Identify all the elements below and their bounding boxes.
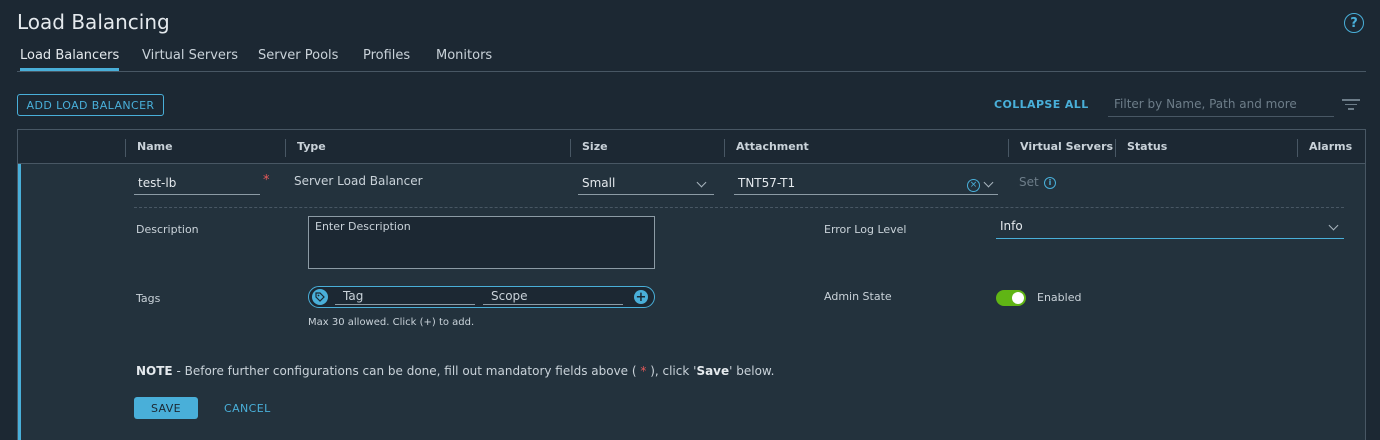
column-header-alarms[interactable]: Alarms <box>1297 139 1352 157</box>
admin-state-toggle[interactable] <box>996 290 1026 306</box>
description-label: Description <box>136 223 199 236</box>
info-icon[interactable]: i <box>1044 177 1056 189</box>
attachment-select[interactable]: TNT57-T1 <box>734 174 998 195</box>
tab-load-balancers[interactable]: Load Balancers <box>20 48 120 71</box>
required-marker: * <box>263 173 270 188</box>
load-balancer-grid: Name Type Size Attachment Virtual Server… <box>17 129 1366 440</box>
description-textarea[interactable]: Enter Description <box>308 216 655 269</box>
admin-state-value: Enabled <box>1037 291 1082 304</box>
save-button[interactable]: SAVE <box>134 397 198 419</box>
note-save-word: Save <box>696 364 730 378</box>
note-text-3: ' below. <box>729 364 775 378</box>
admin-state-label: Admin State <box>824 290 892 303</box>
note-prefix: NOTE <box>136 364 173 378</box>
error-log-level-label: Error Log Level <box>824 223 907 236</box>
tags-label: Tags <box>136 292 161 305</box>
grid-header: Name Type Size Attachment Virtual Server… <box>18 130 1365 164</box>
column-header-size[interactable]: Size <box>570 139 608 157</box>
attachment-value: TNT57-T1 <box>738 176 796 190</box>
tab-bar: Load Balancers Virtual Servers Server Po… <box>17 40 1366 72</box>
column-header-virtual-servers[interactable]: Virtual Servers <box>1008 139 1113 157</box>
column-header-status[interactable]: Status <box>1115 139 1167 157</box>
size-value: Small <box>582 176 616 190</box>
cancel-button[interactable]: CANCEL <box>224 402 271 415</box>
add-load-balancer-button[interactable]: ADD LOAD BALANCER <box>17 94 164 116</box>
size-select[interactable]: Small <box>578 174 714 195</box>
error-log-level-select[interactable]: Info <box>996 217 1344 239</box>
add-tag-icon[interactable]: + <box>634 290 648 304</box>
toggle-knob <box>1012 292 1024 304</box>
virtual-servers-set-link[interactable]: Set <box>1019 175 1039 189</box>
filter-input[interactable]: Filter by Name, Path and more <box>1108 93 1334 117</box>
row-divider <box>134 207 1344 208</box>
tab-server-pools[interactable]: Server Pools <box>258 48 338 71</box>
help-icon[interactable]: ? <box>1344 13 1364 33</box>
expanded-row: test-lb * Server Load Balancer Small TNT… <box>18 164 1365 440</box>
tags-hint: Max 30 allowed. Click (+) to add. <box>308 317 475 328</box>
type-value: Server Load Balancer <box>294 174 423 188</box>
tag-icon <box>312 289 328 305</box>
scope-input[interactable]: Scope <box>483 289 623 305</box>
column-header-name[interactable]: Name <box>125 139 173 157</box>
mandatory-note: NOTE - Before further configurations can… <box>136 364 774 378</box>
collapse-all-button[interactable]: COLLAPSE ALL <box>994 98 1089 111</box>
tags-input-group: Tag Scope + <box>308 286 655 308</box>
note-text-1: - Before further configurations can be d… <box>172 364 641 378</box>
tag-input[interactable]: Tag <box>335 289 475 305</box>
column-header-type[interactable]: Type <box>285 139 326 157</box>
clear-icon[interactable]: × <box>967 179 980 192</box>
column-header-attachment[interactable]: Attachment <box>724 139 809 157</box>
tab-profiles[interactable]: Profiles <box>363 48 410 71</box>
tab-virtual-servers[interactable]: Virtual Servers <box>142 48 238 71</box>
page-title: Load Balancing <box>17 10 170 34</box>
filter-icon[interactable] <box>1342 99 1360 111</box>
error-log-level-value: Info <box>1000 219 1023 233</box>
name-input[interactable]: test-lb <box>134 174 260 195</box>
tab-monitors[interactable]: Monitors <box>436 48 492 71</box>
note-text-2: ), click ' <box>646 364 697 378</box>
